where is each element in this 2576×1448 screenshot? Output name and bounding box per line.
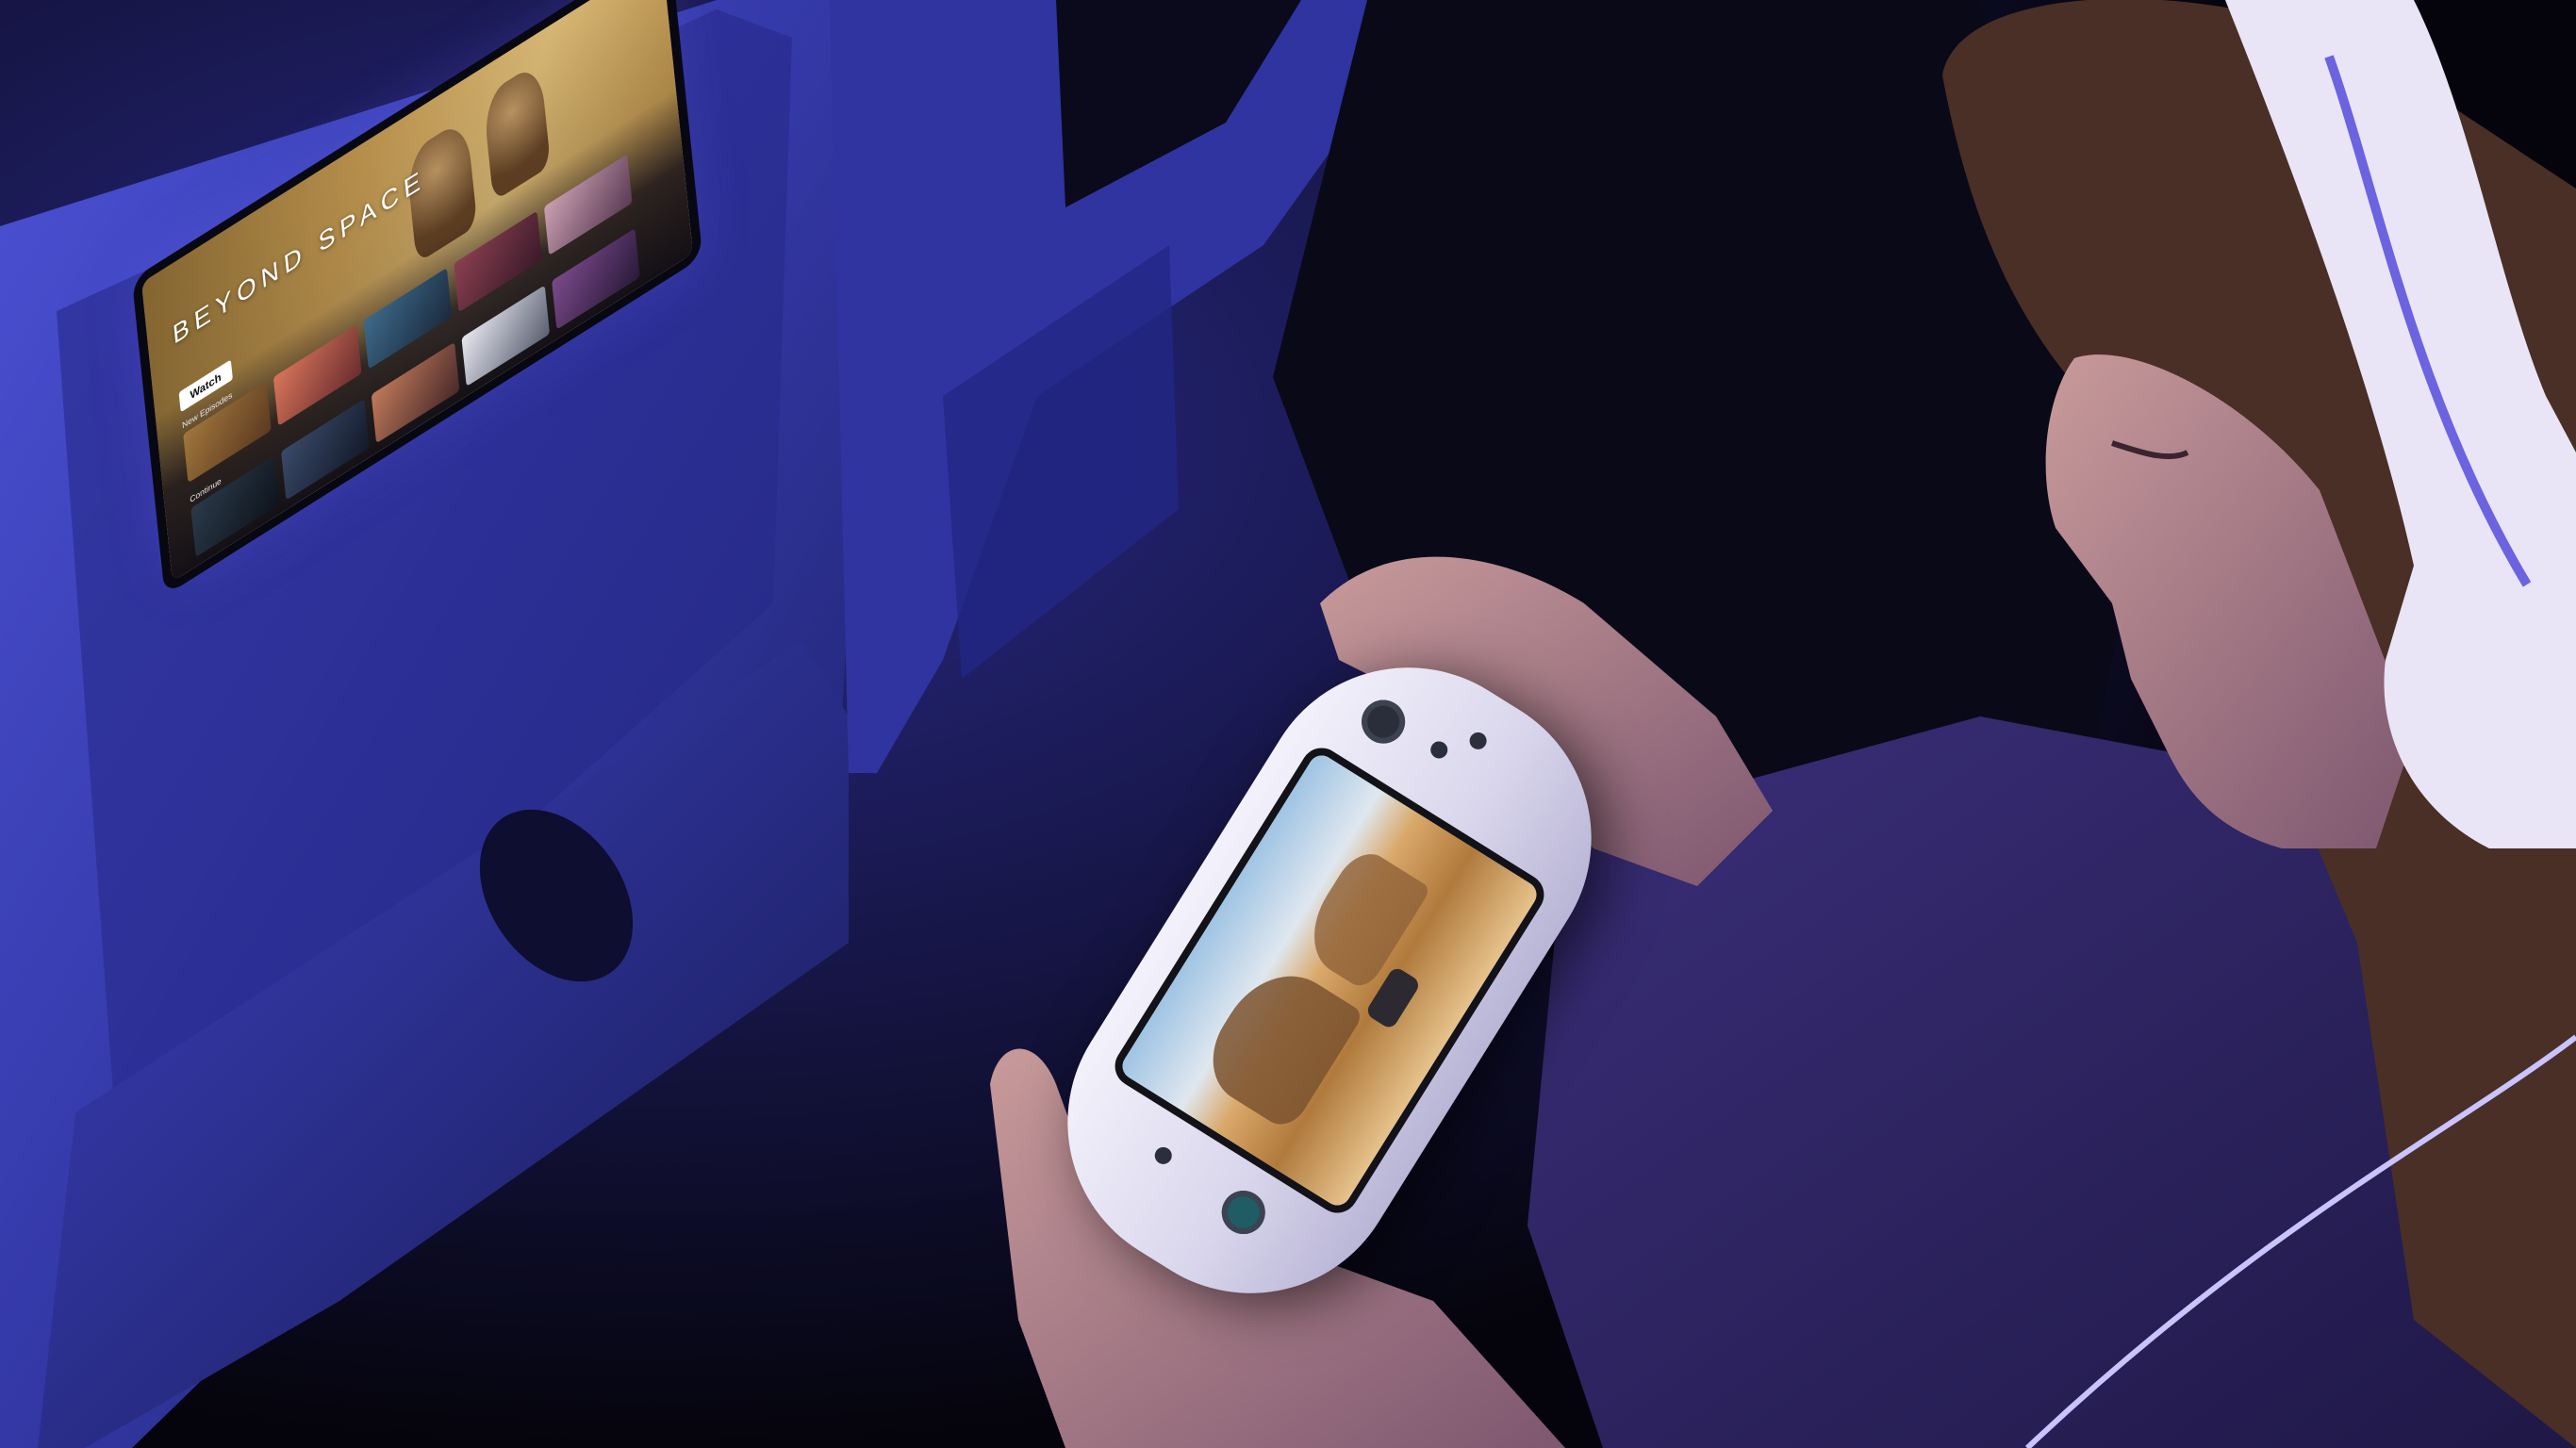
right-thumbstick[interactable] [1353, 691, 1413, 752]
photo-scene: BEYOND SPACE Watch New Episodes Continue [0, 0, 2576, 1448]
face-button[interactable] [1466, 729, 1490, 753]
face-button[interactable] [1427, 738, 1451, 762]
dpad-button[interactable] [1151, 1144, 1176, 1168]
canyon-rock [1193, 953, 1365, 1134]
left-thumbstick[interactable] [1214, 1182, 1274, 1242]
canyon-rock [1294, 843, 1432, 993]
